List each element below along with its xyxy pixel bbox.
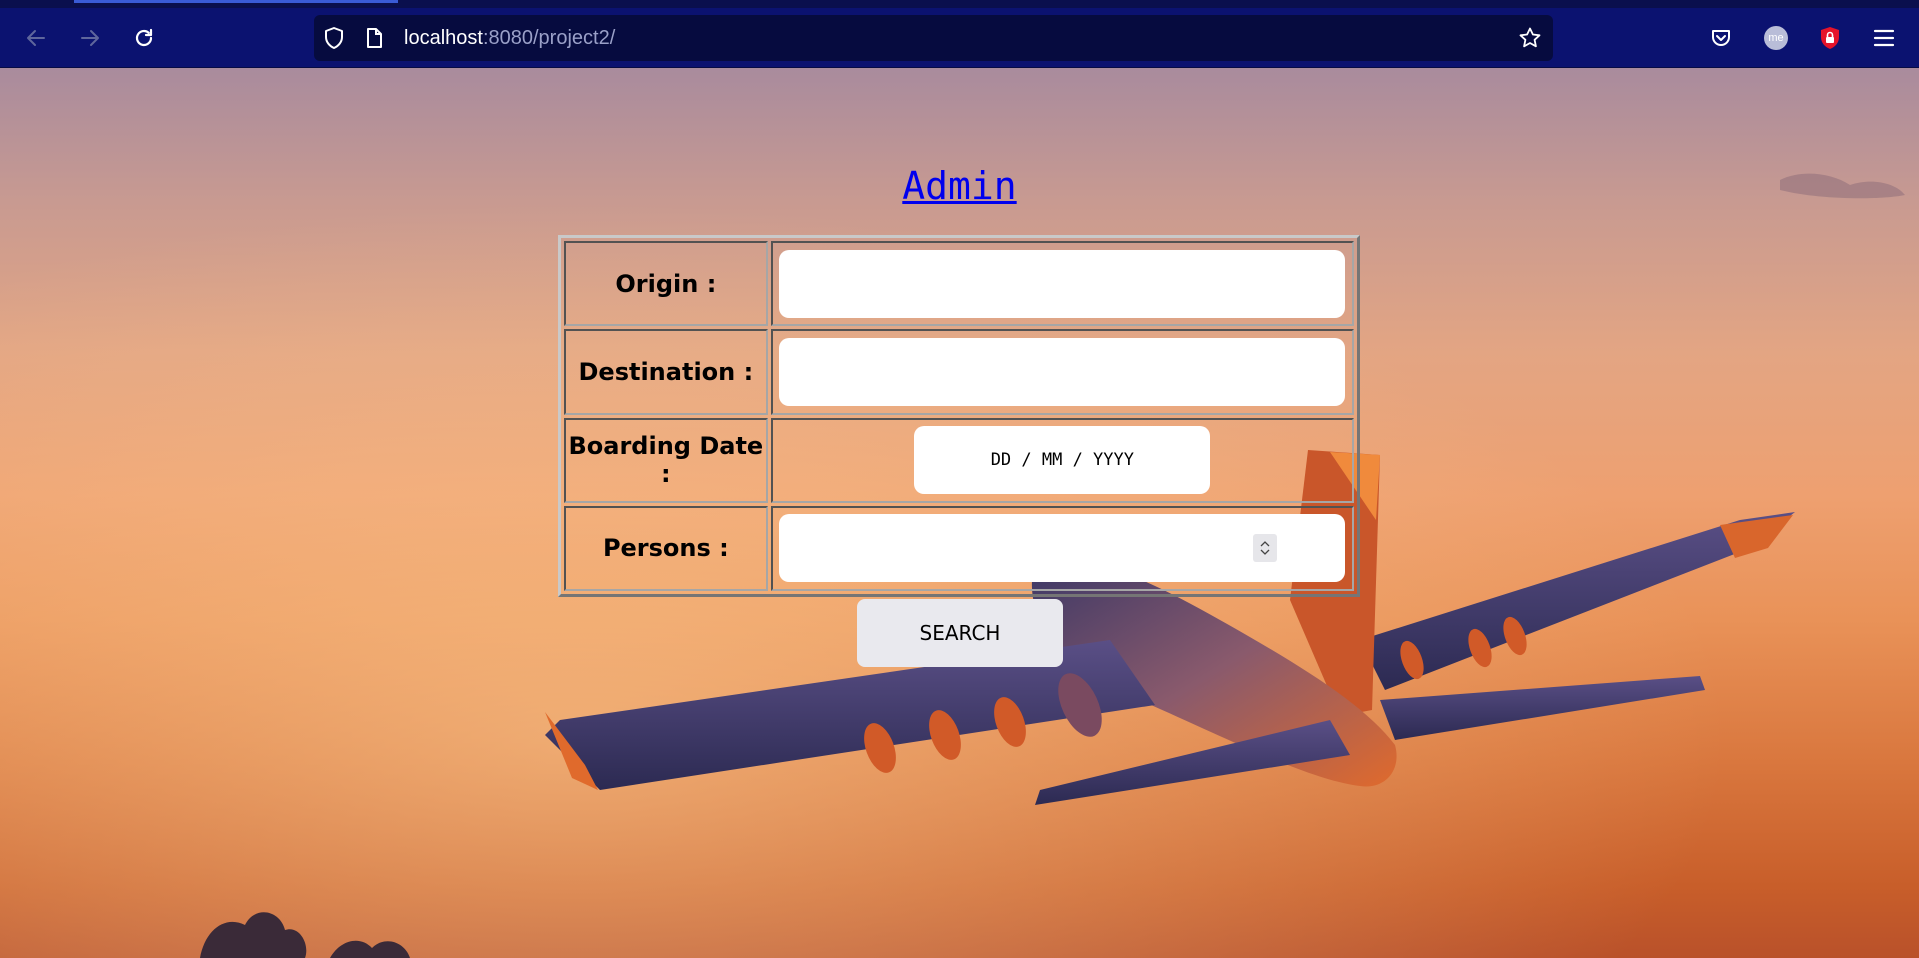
star-icon[interactable] [1518, 26, 1542, 50]
back-button[interactable] [18, 20, 54, 56]
persons-cell [770, 505, 1354, 591]
address-bar[interactable]: localhost:8080/project2/ [314, 15, 1553, 61]
origin-input[interactable] [779, 249, 1346, 318]
pocket-icon [1712, 30, 1730, 46]
arrow-left-icon [27, 30, 45, 46]
shield-icon[interactable] [322, 26, 346, 50]
lock-shield-icon [1821, 27, 1839, 49]
extension-button[interactable] [1812, 20, 1848, 56]
pocket-button[interactable] [1703, 20, 1739, 56]
destination-input[interactable] [779, 337, 1346, 406]
boarding-date-cell: DD / MM / YYYY [770, 417, 1354, 503]
avatar: me [1764, 26, 1788, 50]
origin-cell [770, 241, 1354, 327]
origin-label: Origin : [564, 241, 768, 327]
reload-icon [135, 28, 153, 47]
admin-link-wrapper: Admin [0, 164, 1919, 208]
url-path: :8080/project2/ [482, 27, 616, 49]
destination-label: Destination : [564, 329, 768, 415]
boarding-date-input[interactable]: DD / MM / YYYY [914, 426, 1211, 495]
destination-cell [770, 329, 1354, 415]
search-form-table: Origin : Destination : Boarding Date : D… [558, 235, 1360, 597]
browser-toolbar: localhost:8080/project2/ me [0, 8, 1919, 68]
search-button[interactable]: SEARCH [857, 599, 1063, 667]
spinner-up-icon[interactable] [1259, 540, 1271, 548]
account-button[interactable]: me [1758, 20, 1794, 56]
url-host: localhost [404, 27, 483, 49]
url-text[interactable]: localhost:8080/project2/ [404, 27, 615, 50]
boarding-date-label: Boarding Date : [564, 417, 768, 503]
hamburger-icon [1873, 29, 1895, 47]
menu-button[interactable] [1866, 20, 1902, 56]
arrow-right-icon [81, 30, 99, 46]
forward-button[interactable] [72, 20, 108, 56]
active-tab-indicator[interactable] [74, 0, 398, 3]
page-icon[interactable] [362, 26, 386, 50]
persons-label: Persons : [564, 505, 768, 591]
reload-button[interactable] [126, 20, 162, 56]
spinner-down-icon[interactable] [1259, 548, 1271, 556]
number-spinner[interactable] [1253, 534, 1278, 563]
admin-link[interactable]: Admin [902, 164, 1016, 208]
persons-input[interactable] [779, 514, 1346, 583]
